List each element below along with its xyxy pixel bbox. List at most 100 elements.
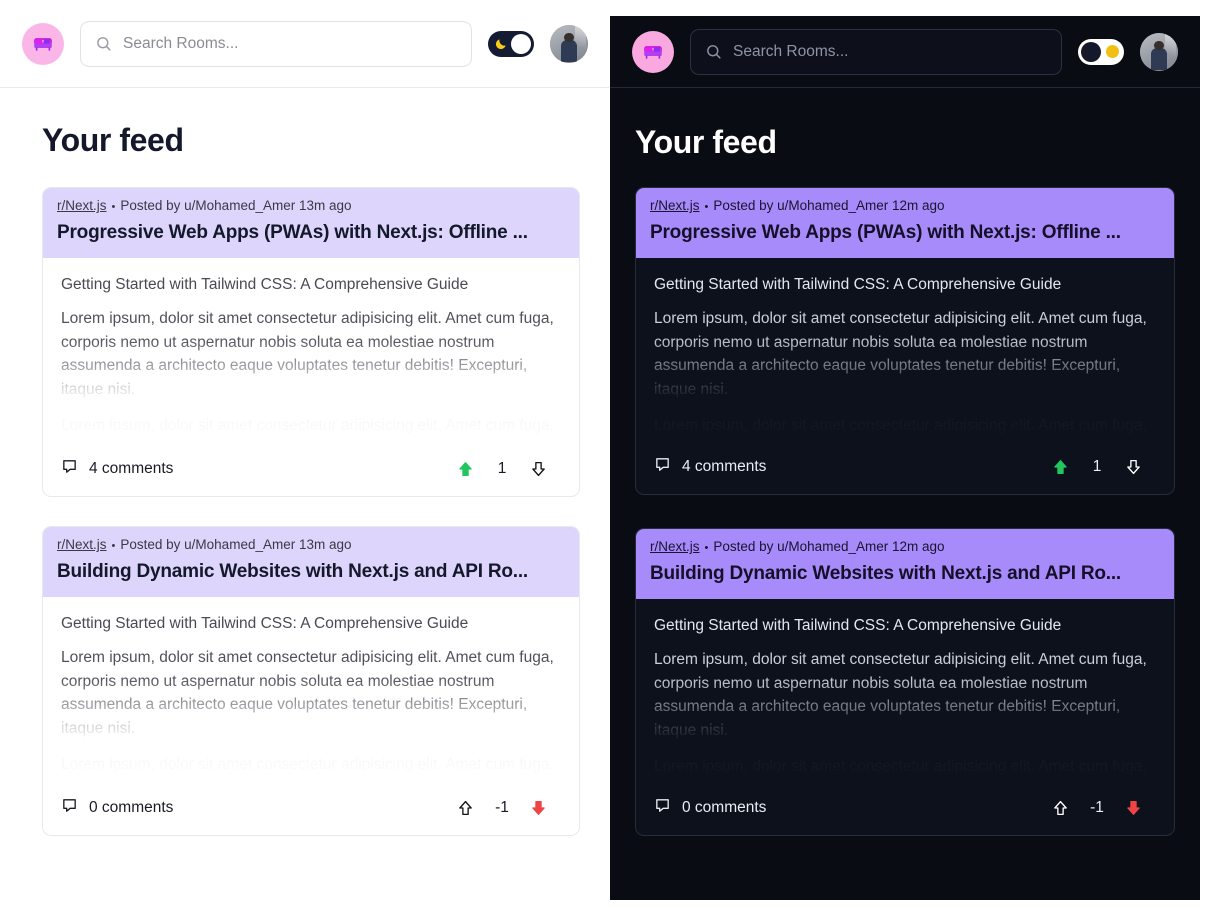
- comments-button[interactable]: 0 comments: [61, 797, 173, 819]
- post-body-heading: Getting Started with Tailwind CSS: A Com…: [61, 615, 469, 632]
- post-header: r/Next.js • Posted by u/Mohamed_Amer 13m…: [43, 527, 579, 597]
- downvote-button[interactable]: [1125, 458, 1142, 476]
- theme-toggle[interactable]: [488, 30, 534, 57]
- post-footer: 0 comments -1: [636, 785, 1174, 835]
- comments-count-label: 0 comments: [682, 799, 767, 816]
- comparison-stage: Your feed r/Next.js • Posted by u/Mohame…: [0, 0, 1220, 924]
- post-author-time: Posted by u/Mohamed_Amer 12m ago: [713, 198, 945, 213]
- post-footer: 0 comments -1: [43, 785, 579, 835]
- post-footer: 4 comments 1: [43, 446, 579, 496]
- vote-controls: 1: [1052, 458, 1156, 476]
- comment-icon: [61, 797, 78, 819]
- post-title[interactable]: Building Dynamic Websites with Next.js a…: [650, 563, 1160, 585]
- post-body-heading: Getting Started with Tailwind CSS: A Com…: [654, 617, 1062, 634]
- search-input[interactable]: [690, 28, 1062, 75]
- couch-icon[interactable]: [632, 30, 674, 73]
- comments-count-label: 4 comments: [89, 460, 174, 477]
- subreddit-link[interactable]: r/Next.js: [650, 198, 700, 213]
- theme-toggle[interactable]: [1078, 38, 1124, 65]
- light-search-wrapper: [80, 20, 472, 67]
- page-title: Your feed: [42, 122, 184, 158]
- post-header: r/Next.js • Posted by u/Mohamed_Amer 13m…: [43, 188, 579, 258]
- downvote-button[interactable]: [1125, 799, 1142, 817]
- post-author-time: Posted by u/Mohamed_Amer 13m ago: [120, 537, 352, 552]
- post-header: r/Next.js • Posted by u/Mohamed_Amer 12m…: [636, 188, 1174, 258]
- meta-separator: •: [111, 201, 116, 213]
- dark-feed: Your feed r/Next.js • Posted by u/Mohame…: [610, 88, 1200, 836]
- post-body: Getting Started with Tailwind CSS: A Com…: [636, 258, 1174, 444]
- page-title: Your feed: [635, 124, 777, 160]
- post-meta: r/Next.js • Posted by u/Mohamed_Amer 12m…: [650, 198, 1160, 213]
- comments-button[interactable]: 4 comments: [61, 458, 173, 480]
- vote-score: 1: [497, 460, 507, 477]
- comment-icon: [654, 797, 671, 819]
- post-author-time: Posted by u/Mohamed_Amer 13m ago: [120, 198, 352, 213]
- subreddit-link[interactable]: r/Next.js: [650, 539, 700, 554]
- post-title[interactable]: Progressive Web Apps (PWAs) with Next.js…: [57, 222, 565, 244]
- light-feed: Your feed r/Next.js • Posted by u/Mohame…: [0, 88, 610, 836]
- light-header: [0, 0, 610, 88]
- post-body-paragraph: Lorem ipsum, dolor sit amet consectetur …: [61, 417, 554, 446]
- post-title[interactable]: Building Dynamic Websites with Next.js a…: [57, 561, 565, 583]
- post-card[interactable]: r/Next.js • Posted by u/Mohamed_Amer 13m…: [42, 526, 580, 836]
- comment-icon: [654, 456, 671, 478]
- vote-controls: 1: [457, 460, 561, 478]
- comments-count-label: 0 comments: [89, 799, 174, 816]
- post-body-paragraph: Lorem ipsum, dolor sit amet consectetur …: [654, 417, 1147, 444]
- post-body: Getting Started with Tailwind CSS: A Com…: [43, 597, 579, 785]
- post-body-heading: Getting Started with Tailwind CSS: A Com…: [654, 276, 1062, 293]
- subreddit-link[interactable]: r/Next.js: [57, 198, 107, 213]
- post-author-time: Posted by u/Mohamed_Amer 12m ago: [713, 539, 945, 554]
- downvote-button[interactable]: [530, 460, 547, 478]
- post-meta: r/Next.js • Posted by u/Mohamed_Amer 13m…: [57, 537, 565, 552]
- post-header: r/Next.js • Posted by u/Mohamed_Amer 12m…: [636, 529, 1174, 599]
- post-card[interactable]: r/Next.js • Posted by u/Mohamed_Amer 13m…: [42, 187, 580, 497]
- light-mode-panel: Your feed r/Next.js • Posted by u/Mohame…: [0, 0, 610, 924]
- sun-icon: [1104, 44, 1120, 60]
- comments-button[interactable]: 0 comments: [654, 797, 766, 819]
- upvote-button[interactable]: [1052, 458, 1069, 476]
- post-body-paragraph: Lorem ipsum, dolor sit amet consectetur …: [61, 310, 554, 398]
- upvote-button[interactable]: [457, 460, 474, 478]
- search-input[interactable]: [80, 20, 472, 67]
- post-body-paragraph: Lorem ipsum, dolor sit amet consectetur …: [654, 651, 1147, 739]
- toggle-knob: [511, 33, 531, 54]
- toggle-knob: [1081, 41, 1101, 62]
- upvote-button[interactable]: [1052, 799, 1069, 817]
- meta-separator: •: [704, 201, 709, 213]
- light-post-list: r/Next.js • Posted by u/Mohamed_Amer 13m…: [42, 187, 580, 836]
- comments-button[interactable]: 4 comments: [654, 456, 766, 478]
- dark-search-wrapper: [690, 28, 1062, 75]
- post-title[interactable]: Progressive Web Apps (PWAs) with Next.js…: [650, 222, 1160, 244]
- post-card[interactable]: r/Next.js • Posted by u/Mohamed_Amer 12m…: [635, 528, 1175, 836]
- avatar[interactable]: [1140, 32, 1178, 71]
- meta-separator: •: [704, 542, 709, 554]
- upvote-button[interactable]: [457, 799, 474, 817]
- post-body-paragraph: Lorem ipsum, dolor sit amet consectetur …: [654, 310, 1147, 398]
- vote-score: -1: [1090, 799, 1104, 816]
- vote-controls: -1: [1052, 799, 1156, 817]
- dark-header: [610, 16, 1200, 88]
- meta-separator: •: [111, 540, 116, 552]
- post-card[interactable]: r/Next.js • Posted by u/Mohamed_Amer 12m…: [635, 187, 1175, 495]
- post-body-paragraph: Lorem ipsum, dolor sit amet consectetur …: [61, 756, 554, 785]
- subreddit-link[interactable]: r/Next.js: [57, 537, 107, 552]
- post-body-paragraph: Lorem ipsum, dolor sit amet consectetur …: [654, 758, 1147, 785]
- post-meta: r/Next.js • Posted by u/Mohamed_Amer 13m…: [57, 198, 565, 213]
- vote-score: 1: [1092, 458, 1102, 475]
- post-body-heading: Getting Started with Tailwind CSS: A Com…: [61, 276, 469, 293]
- post-meta: r/Next.js • Posted by u/Mohamed_Amer 12m…: [650, 539, 1160, 554]
- couch-icon[interactable]: [22, 22, 64, 65]
- moon-icon: [493, 36, 509, 52]
- post-body: Getting Started with Tailwind CSS: A Com…: [636, 599, 1174, 785]
- post-footer: 4 comments 1: [636, 444, 1174, 494]
- post-body: Getting Started with Tailwind CSS: A Com…: [43, 258, 579, 446]
- dark-post-list: r/Next.js • Posted by u/Mohamed_Amer 12m…: [635, 187, 1175, 836]
- dark-mode-panel: Your feed r/Next.js • Posted by u/Mohame…: [610, 16, 1200, 900]
- post-body-paragraph: Lorem ipsum, dolor sit amet consectetur …: [61, 649, 554, 737]
- comments-count-label: 4 comments: [682, 458, 767, 475]
- vote-controls: -1: [457, 799, 561, 817]
- downvote-button[interactable]: [530, 799, 547, 817]
- avatar[interactable]: [550, 24, 588, 63]
- comment-icon: [61, 458, 78, 480]
